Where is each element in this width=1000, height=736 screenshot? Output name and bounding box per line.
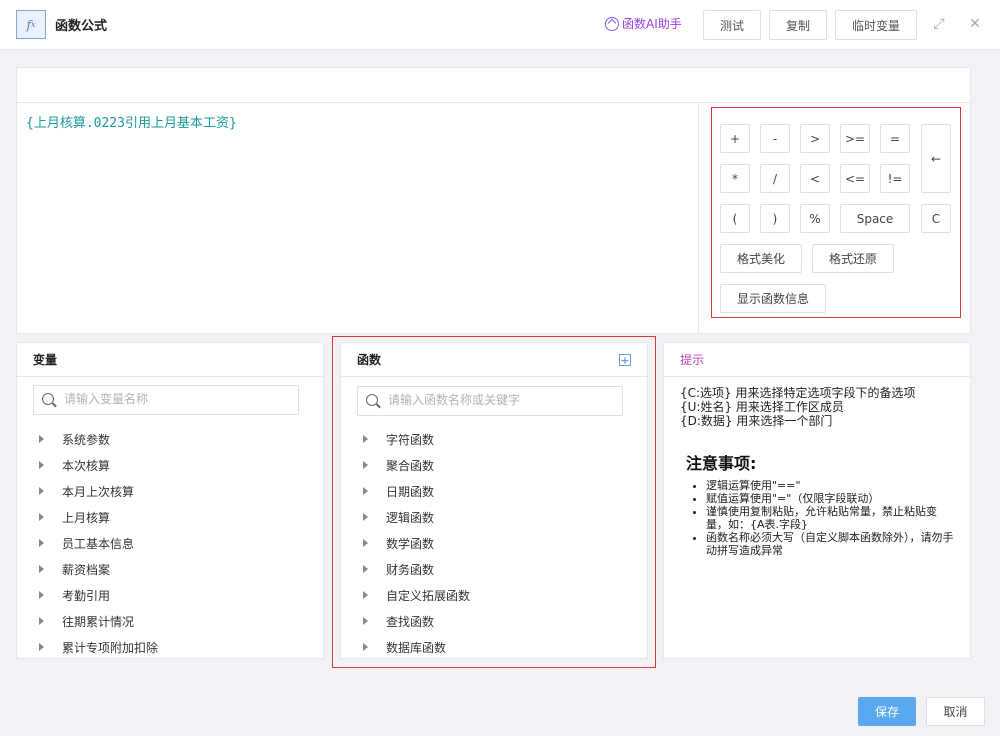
dialog-header: fx 函数公式 函数AI助手 测试 复制 临时变量 ⤢ ✕ xyxy=(0,0,1000,50)
backspace-key[interactable]: ← xyxy=(921,124,951,193)
ai-assistant-label: 函数AI助手 xyxy=(622,17,682,31)
fx-icon: fx xyxy=(16,10,46,39)
key-left-paren[interactable]: ( xyxy=(720,204,750,233)
save-button[interactable]: 保存 xyxy=(858,697,916,726)
key-percent[interactable]: % xyxy=(800,204,830,233)
test-button[interactable]: 测试 xyxy=(703,10,761,40)
editor-toolbar xyxy=(17,68,970,103)
variables-panel: 变量 系统参数 本次核算 本月上次核算 上月核算 员工基本信息 薪资档案 考勤引… xyxy=(16,342,324,659)
caret-right-icon xyxy=(39,591,44,599)
caret-right-icon xyxy=(363,435,368,443)
variable-group-item[interactable]: 往期累计情况 xyxy=(39,611,134,631)
notice-item: 函数名称必须大写（自定义脚本函数除外），请勿手动拼写造成异常 xyxy=(706,531,956,557)
hint-line: {D:数据} 用来选择一个部门 xyxy=(680,414,833,428)
function-group-item[interactable]: 自定义拓展函数 xyxy=(363,585,470,605)
key-greater-equal[interactable]: >= xyxy=(840,124,870,153)
function-group-item[interactable]: 日期函数 xyxy=(363,481,434,501)
function-group-item[interactable]: 数学函数 xyxy=(363,533,434,553)
search-icon xyxy=(366,394,378,406)
search-icon xyxy=(42,393,54,405)
caret-right-icon xyxy=(363,539,368,547)
caret-right-icon xyxy=(363,565,368,573)
notice-item: 谨慎使用复制粘贴，允许粘贴常量，禁止粘贴变量，如：{A表.字段} xyxy=(706,505,956,531)
notice-list: 逻辑运算使用"==" 赋值运算使用"="（仅限字段联动） 谨慎使用复制粘贴，允许… xyxy=(706,479,956,557)
key-less-equal[interactable]: <= xyxy=(840,164,870,193)
variable-group-item[interactable]: 系统参数 xyxy=(39,429,110,449)
function-group-item[interactable]: 财务函数 xyxy=(363,559,434,579)
key-divide[interactable]: / xyxy=(760,164,790,193)
key-multiply[interactable]: * xyxy=(720,164,750,193)
functions-panel: 函数 + 字符函数 聚合函数 日期函数 逻辑函数 数学函数 财务函数 自定义拓展… xyxy=(340,342,648,659)
temp-variable-button[interactable]: 临时变量 xyxy=(835,10,917,40)
caret-right-icon xyxy=(39,643,44,651)
dialog-title: 函数公式 xyxy=(55,19,108,34)
caret-right-icon xyxy=(39,487,44,495)
variable-group-item[interactable]: 本月上次核算 xyxy=(39,481,134,501)
divider xyxy=(698,103,699,334)
caret-right-icon xyxy=(363,591,368,599)
key-not-equal[interactable]: != xyxy=(880,164,910,193)
hint-line: {C:选项} 用来选择特定选项字段下的备选项 xyxy=(680,386,916,400)
variable-group-item[interactable]: 本次核算 xyxy=(39,455,110,475)
expand-icon[interactable]: ⤢ xyxy=(931,16,947,32)
hint-lines: {C:选项} 用来选择特定选项字段下的备选项 {U:姓名} 用来选择工作区成员 … xyxy=(680,386,916,428)
function-group-item[interactable]: 逻辑函数 xyxy=(363,507,434,527)
key-greater[interactable]: > xyxy=(800,124,830,153)
function-group-item[interactable]: 字符函数 xyxy=(363,429,434,449)
notice-item: 逻辑运算使用"==" xyxy=(706,479,956,492)
key-minus[interactable]: - xyxy=(760,124,790,153)
key-less[interactable]: < xyxy=(800,164,830,193)
variable-group-item[interactable]: 考勤引用 xyxy=(39,585,110,605)
caret-right-icon xyxy=(39,565,44,573)
caret-right-icon xyxy=(39,513,44,521)
close-icon[interactable]: ✕ xyxy=(967,16,983,32)
hints-title: 提示 xyxy=(664,343,970,377)
function-group-item[interactable]: 查找函数 xyxy=(363,611,434,631)
caret-right-icon xyxy=(39,461,44,469)
variable-group-item[interactable]: 员工基本信息 xyxy=(39,533,134,553)
formula-editor: {上月核算.0223引用上月基本工资} + - > >= = ← * / < <… xyxy=(16,67,971,334)
notice-item: 赋值运算使用"="（仅限字段联动） xyxy=(706,492,956,505)
key-right-paren[interactable]: ) xyxy=(760,204,790,233)
caret-right-icon xyxy=(39,435,44,443)
functions-title: 函数 xyxy=(357,353,382,367)
show-function-info-button[interactable]: 显示函数信息 xyxy=(720,284,826,313)
hints-panel: 提示 {C:选项} 用来选择特定选项字段下的备选项 {U:姓名} 用来选择工作区… xyxy=(663,342,971,659)
ai-icon xyxy=(605,16,619,31)
key-clear[interactable]: C xyxy=(921,204,951,233)
functions-header: 函数 + xyxy=(341,343,647,377)
key-plus[interactable]: + xyxy=(720,124,750,153)
variables-title: 变量 xyxy=(17,343,323,377)
key-equal[interactable]: = xyxy=(880,124,910,153)
hint-line: {U:姓名} 用来选择工作区成员 xyxy=(680,400,844,414)
variable-search[interactable] xyxy=(33,385,299,415)
format-beautify-button[interactable]: 格式美化 xyxy=(720,244,802,273)
key-space[interactable]: Space xyxy=(840,204,910,233)
function-search[interactable] xyxy=(357,386,623,416)
function-group-item[interactable]: 聚合函数 xyxy=(363,455,434,475)
variable-search-input[interactable] xyxy=(64,392,284,406)
ai-assistant-button[interactable]: 函数AI助手 xyxy=(605,15,682,32)
operator-keypad: + - > >= = ← * / < <= != ( ) % Space C 格… xyxy=(711,107,961,318)
caret-right-icon xyxy=(39,617,44,625)
variable-group-item[interactable]: 上月核算 xyxy=(39,507,110,527)
caret-right-icon xyxy=(363,513,368,521)
caret-right-icon xyxy=(39,539,44,547)
variable-group-item[interactable]: 累计专项附加扣除 xyxy=(39,637,158,657)
formula-text[interactable]: {上月核算.0223引用上月基本工资} xyxy=(26,112,237,131)
function-group-item[interactable]: 数据库函数 xyxy=(363,637,446,657)
caret-right-icon xyxy=(363,487,368,495)
copy-button[interactable]: 复制 xyxy=(769,10,827,40)
caret-right-icon xyxy=(363,461,368,469)
caret-right-icon xyxy=(363,617,368,625)
caret-right-icon xyxy=(363,643,368,651)
add-function-icon[interactable]: + xyxy=(619,354,631,366)
cancel-button[interactable]: 取消 xyxy=(926,697,985,726)
notice-title: 注意事项: xyxy=(686,454,757,473)
function-search-input[interactable] xyxy=(388,393,608,407)
variable-group-item[interactable]: 薪资档案 xyxy=(39,559,110,579)
format-restore-button[interactable]: 格式还原 xyxy=(812,244,894,273)
